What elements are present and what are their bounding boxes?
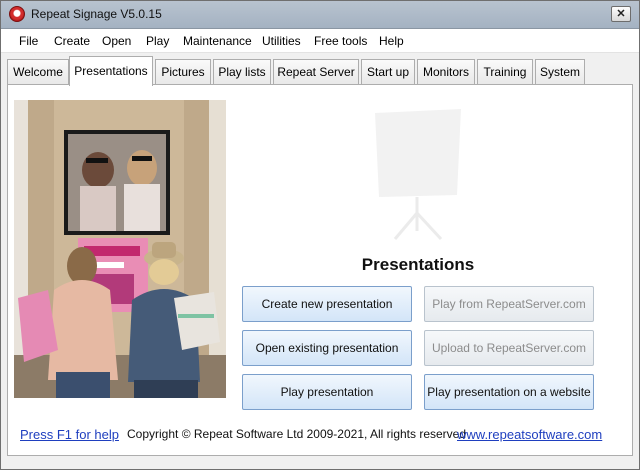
play-from-repeatserver-button[interactable]: Play from RepeatServer.com xyxy=(424,286,594,322)
presentation-easel-icon xyxy=(375,109,461,241)
menu-bar: File Create Open Play Maintenance Utilit… xyxy=(1,29,639,53)
tab-repeat-server[interactable]: Repeat Server xyxy=(273,59,359,85)
menu-help[interactable]: Help xyxy=(379,34,404,48)
section-heading: Presentations xyxy=(361,255,475,274)
menu-free-tools[interactable]: Free tools xyxy=(314,34,367,48)
tab-system[interactable]: System xyxy=(535,59,585,85)
tab-monitors[interactable]: Monitors xyxy=(417,59,475,85)
menu-maintenance[interactable]: Maintenance xyxy=(183,34,252,48)
menu-file[interactable]: File xyxy=(19,34,38,48)
copyright-text: Copyright © Repeat Software Ltd 2009-202… xyxy=(127,427,467,441)
tab-start-up[interactable]: Start up xyxy=(361,59,415,85)
close-button[interactable]: ✕ xyxy=(611,6,631,22)
menu-utilities[interactable]: Utilities xyxy=(262,34,301,48)
play-on-website-button[interactable]: Play presentation on a website xyxy=(424,374,594,410)
signage-photo xyxy=(14,100,226,398)
menu-open[interactable]: Open xyxy=(102,34,131,48)
presentations-panel: Presentations Create new presentation Op… xyxy=(7,84,633,456)
window-title: Repeat Signage V5.0.15 xyxy=(31,7,162,21)
play-presentation-button[interactable]: Play presentation xyxy=(242,374,412,410)
tab-play-lists[interactable]: Play lists xyxy=(213,59,271,85)
app-window: Repeat Signage V5.0.15 ✕ File Create Ope… xyxy=(0,0,640,470)
open-existing-presentation-button[interactable]: Open existing presentation xyxy=(242,330,412,366)
tab-strip: Welcome Presentations Pictures Play list… xyxy=(1,53,639,86)
tab-training[interactable]: Training xyxy=(477,59,533,85)
create-new-presentation-button[interactable]: Create new presentation xyxy=(242,286,412,322)
tab-pictures[interactable]: Pictures xyxy=(155,59,211,85)
title-bar[interactable]: Repeat Signage V5.0.15 ✕ xyxy=(1,1,639,29)
menu-play[interactable]: Play xyxy=(146,34,169,48)
menu-create[interactable]: Create xyxy=(54,34,90,48)
upload-to-repeatserver-button[interactable]: Upload to RepeatServer.com xyxy=(424,330,594,366)
website-link[interactable]: www.repeatsoftware.com xyxy=(457,427,602,442)
store-signage-illustration xyxy=(14,100,226,398)
tab-welcome[interactable]: Welcome xyxy=(7,59,69,85)
help-link[interactable]: Press F1 for help xyxy=(20,427,119,442)
app-logo-icon xyxy=(9,6,25,22)
tab-presentations[interactable]: Presentations xyxy=(69,56,153,86)
